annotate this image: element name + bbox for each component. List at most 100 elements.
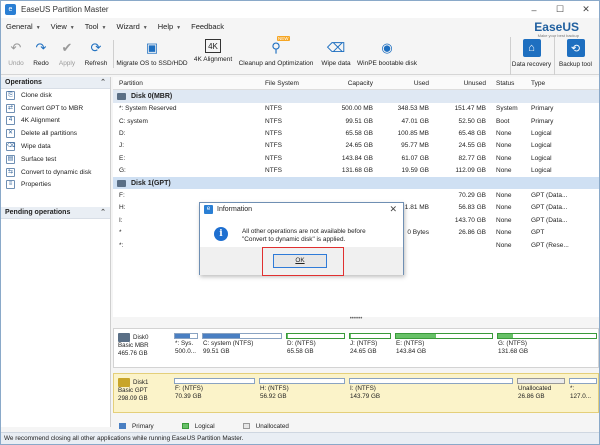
apply-button[interactable]: ✔ Apply xyxy=(55,35,79,73)
cell-type: GPT (Rese... xyxy=(531,241,569,249)
minimize-button[interactable]: – xyxy=(521,1,547,18)
4k-alignment-button[interactable]: 4K 4K Alignment xyxy=(191,35,235,73)
op-4k-alignment[interactable]: 4 4K Alignment xyxy=(1,115,110,128)
partition-size: 143.79 GB xyxy=(350,393,381,400)
data-recovery-label: Data recovery xyxy=(511,61,552,68)
disk-map: Disk0 Basic MBR 465.76 GB *: Sys. 500.0..… xyxy=(113,323,599,419)
dialog-close-icon[interactable]: ✕ xyxy=(389,204,397,215)
refresh-button[interactable]: ⟳ Refresh xyxy=(82,35,110,73)
undo-button[interactable]: ↶ Undo xyxy=(5,35,27,73)
partition-size: 65.58 GB xyxy=(287,348,314,355)
disk1-row[interactable]: Disk 1(GPT) xyxy=(113,176,599,190)
disk-size: 298.09 GB xyxy=(118,395,148,403)
op-convert-dynamic[interactable]: ⇆ Convert to dynamic disk xyxy=(1,166,110,179)
partition-block[interactable]: C: system (NTFS) 99.51 GB xyxy=(202,333,282,365)
menu-tool[interactable]: Tool ▼ xyxy=(80,22,112,31)
cell-type: Primary xyxy=(531,117,554,125)
partition-block[interactable]: E: (NTFS) 143.84 GB xyxy=(395,333,493,365)
cell-unused: 65.48 GB xyxy=(458,129,486,137)
cell-used: 348.53 MB xyxy=(397,105,429,113)
disk-icon xyxy=(117,92,126,100)
op-label: 4K Alignment xyxy=(21,117,60,125)
cell-type: GPT (Data... xyxy=(531,192,568,200)
migrate-label: Migrate OS to SSD/HDD xyxy=(116,60,188,67)
partition-name: F: (NTFS) xyxy=(175,385,203,392)
cell-filesystem: NTFS xyxy=(265,154,282,162)
op-label: Convert GPT to MBR xyxy=(21,104,84,112)
op-label: Delete all partitions xyxy=(21,130,78,138)
dialog-title-bar: e Information ✕ xyxy=(200,203,403,216)
partition-block[interactable]: Unallocated 26.86 GB xyxy=(517,378,565,410)
cell-used: 61.07 GB xyxy=(401,154,429,162)
table-row[interactable]: J: NTFS 24.65 GB 95.77 MB 24.55 GB None Logica… xyxy=(113,140,599,152)
table-row[interactable]: C: system NTFS 99.51 GB 47.01 GB 52.50 GB Boo… xyxy=(113,115,599,127)
pending-title: Pending operations xyxy=(5,209,71,217)
menu-feedback[interactable]: Feedback xyxy=(186,22,229,31)
disk0-map-row[interactable]: Disk0 Basic MBR 465.76 GB *: Sys. 500.0..… xyxy=(113,328,599,368)
pending-header[interactable]: Pending operations ⌃ xyxy=(1,207,110,220)
col-used[interactable]: Used xyxy=(373,80,429,87)
op-wipe-data[interactable]: ⌫ Wipe data xyxy=(1,140,110,153)
menu-general[interactable]: General ▼ xyxy=(1,22,46,31)
op-label: Surface test xyxy=(21,155,57,163)
table-row[interactable]: D: NTFS 65.58 GB 100.85 MB 65.48 GB None Logic… xyxy=(113,127,599,139)
usage-bar xyxy=(497,333,597,339)
disk-size: 465.76 GB xyxy=(118,350,148,358)
partition-block[interactable]: F: (NTFS) 70.39 GB xyxy=(174,378,255,410)
migrate-os-button[interactable]: ▣ Migrate OS to SSD/HDD xyxy=(116,35,188,73)
cell-filesystem: NTFS xyxy=(265,105,282,113)
wipe-data-button[interactable]: ⌫ Wipe data xyxy=(318,35,354,73)
partition-block[interactable]: H: (NTFS) 56.92 GB xyxy=(259,378,345,410)
col-type[interactable]: Type xyxy=(531,80,599,87)
winpe-button[interactable]: ◉ WinPE bootable disk xyxy=(356,35,418,73)
partition-name: C: system (NTFS) xyxy=(203,340,254,347)
close-button[interactable]: ✕ xyxy=(573,1,599,18)
cell-partition: D: xyxy=(119,129,126,137)
op-surface-test[interactable]: ▤ Surface test xyxy=(1,153,110,166)
cell-type: Logical xyxy=(531,129,552,137)
op-clone-disk[interactable]: ⎘ Clone disk xyxy=(1,89,110,102)
disk0-row[interactable]: Disk 0(MBR) xyxy=(113,90,599,103)
backup-tool-button[interactable]: ⟲ Backup tool xyxy=(554,37,596,75)
table-row[interactable]: E: NTFS 143.84 GB 61.07 GB 82.77 GB None Logic… xyxy=(113,152,599,164)
operations-header[interactable]: Operations ⌃ xyxy=(1,77,110,89)
col-filesystem[interactable]: File System xyxy=(265,80,321,87)
menu-view[interactable]: View ▼ xyxy=(46,22,80,31)
menu-wizard[interactable]: Wizard ▼ xyxy=(111,22,152,31)
col-status[interactable]: Status xyxy=(486,80,531,87)
table-row[interactable]: *: System Reserved NTFS 500.00 MB 348.53 MB… xyxy=(113,103,599,115)
op-properties[interactable]: ≡ Properties xyxy=(1,179,110,192)
col-partition[interactable]: Partition xyxy=(113,80,265,87)
op-delete-all[interactable]: ✕ Delete all partitions xyxy=(1,127,110,140)
partition-block[interactable]: G: (NTFS) 131.68 GB xyxy=(497,333,597,365)
cell-status: None xyxy=(496,129,512,137)
undo-label: Undo xyxy=(8,60,24,67)
usage-bar xyxy=(174,378,255,384)
cell-status: None xyxy=(496,204,512,212)
cleanup-button[interactable]: ⚲ Cleanup and Optimization xyxy=(237,35,315,73)
disk1-info: Disk1 Basic GPT 298.09 GB xyxy=(118,378,172,403)
left-panel: Operations ⌃ ⎘ Clone disk ⇄ Convert GPT to … xyxy=(1,77,111,427)
dynamic-icon: ⇆ xyxy=(6,167,15,177)
redo-button[interactable]: ↷ Redo xyxy=(30,35,52,73)
partition-block[interactable]: *: 127.0... xyxy=(569,378,597,410)
partition-block[interactable]: J: (NTFS) 24.65 GB xyxy=(349,333,391,365)
partition-name: I: (NTFS) xyxy=(350,385,376,392)
col-capacity[interactable]: Capacity xyxy=(321,80,373,87)
menu-help[interactable]: Help ▼ xyxy=(153,22,186,31)
disk1-label: Disk 1(GPT) xyxy=(131,179,171,187)
partition-block[interactable]: *: Sys. 500.0... xyxy=(174,333,198,365)
table-row[interactable]: F: 70.29 GB None GPT (Data... xyxy=(113,189,599,201)
col-unused[interactable]: Unused xyxy=(429,80,486,87)
maximize-button[interactable]: ☐ xyxy=(547,1,573,18)
disk-icon xyxy=(117,179,126,187)
backup-icon: ⟲ xyxy=(566,39,585,57)
disk1-map-row[interactable]: Disk1 Basic GPT 298.09 GB F: (NTFS) 70.39… xyxy=(113,373,599,413)
table-row[interactable]: G: NTFS 131.68 GB 19.59 GB 112.09 GB None Logi… xyxy=(113,164,599,176)
app-icon: e xyxy=(204,205,213,214)
partition-block[interactable]: I: (NTFS) 143.79 GB xyxy=(349,378,513,410)
cell-status: None xyxy=(496,142,512,150)
data-recovery-button[interactable]: ⌂ Data recovery xyxy=(510,37,552,75)
partition-block[interactable]: D: (NTFS) 65.58 GB xyxy=(286,333,345,365)
op-convert-gpt-mbr[interactable]: ⇄ Convert GPT to MBR xyxy=(1,102,110,115)
